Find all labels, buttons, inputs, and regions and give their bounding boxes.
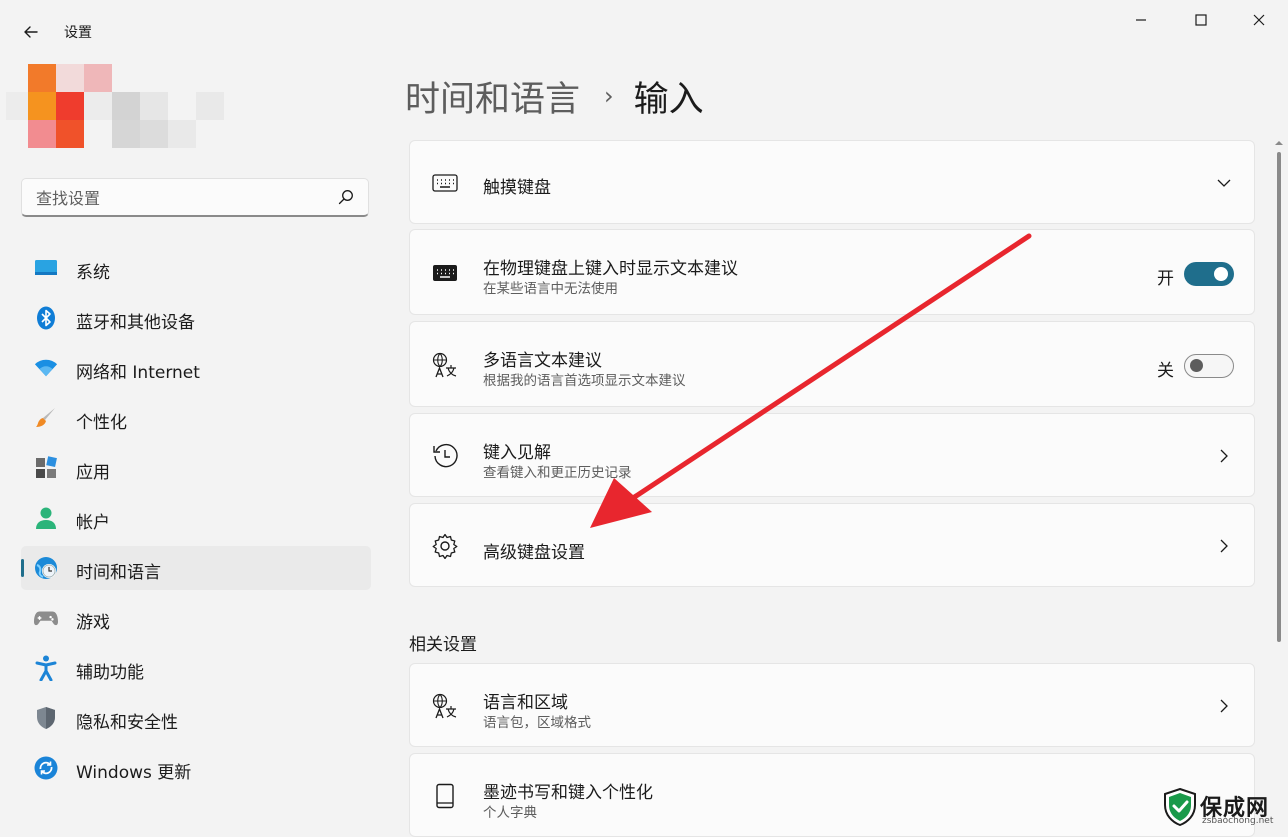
card-title: 多语言文本建议	[483, 351, 602, 371]
time-language-icon	[34, 556, 58, 580]
sidebar-item-label: 应用	[76, 463, 110, 483]
back-arrow-icon	[24, 26, 38, 38]
breadcrumb-separator: ›	[604, 82, 614, 110]
sidebar-item-label: Windows 更新	[76, 763, 192, 783]
pen-ink-typing-card[interactable]: 墨迹书写和键入个性化 个人字典	[409, 753, 1255, 837]
card-subtitle: 查看键入和更正历史记录	[483, 465, 632, 481]
breadcrumb-parent[interactable]: 时间和语言	[405, 71, 580, 122]
keyboard-icon	[432, 260, 458, 286]
wifi-icon	[34, 356, 58, 380]
scrollbar[interactable]	[1274, 138, 1284, 828]
language-icon	[432, 352, 458, 378]
shield-icon	[34, 706, 58, 730]
sidebar-item-gaming[interactable]: 游戏	[21, 596, 371, 640]
toggle-knob	[1214, 267, 1228, 281]
shield-logo-icon	[1164, 788, 1196, 826]
apps-icon	[34, 456, 58, 480]
card-subtitle: 个人字典	[483, 805, 537, 821]
sidebar-item-label: 蓝牙和其他设备	[76, 313, 195, 333]
card-subtitle: 语言包，区域格式	[483, 715, 591, 731]
close-button[interactable]	[1236, 4, 1282, 36]
maximize-button[interactable]	[1178, 4, 1224, 36]
multilingual-suggestions-card: 多语言文本建议 根据我的语言首选项显示文本建议 关	[409, 321, 1255, 407]
typing-insights-card[interactable]: 键入见解 查看键入和更正历史记录	[409, 413, 1255, 497]
update-icon	[34, 756, 58, 780]
watermark: 保成网 zsbaochong.net	[1160, 788, 1284, 828]
sidebar-item-system[interactable]: 系统	[21, 246, 371, 290]
bluetooth-icon	[34, 306, 58, 330]
back-button[interactable]	[14, 18, 48, 46]
text-suggestions-card: 在物理键盘上键入时显示文本建议 在某些语言中无法使用 开	[409, 229, 1255, 315]
sidebar-item-label: 网络和 Internet	[76, 363, 200, 383]
toggle-state-label: 关	[1157, 361, 1174, 381]
language-region-card[interactable]: 语言和区域 语言包，区域格式	[409, 663, 1255, 747]
gamepad-icon	[34, 606, 58, 630]
search-box[interactable]	[21, 178, 369, 217]
sidebar-item-windows-update[interactable]: Windows 更新	[21, 746, 371, 790]
card-title: 触摸键盘	[483, 178, 551, 198]
card-subtitle: 根据我的语言首选项显示文本建议	[483, 373, 686, 389]
sidebar-item-label: 帐户	[76, 513, 110, 533]
card-title: 高级键盘设置	[483, 543, 585, 563]
sidebar-item-label: 系统	[76, 263, 110, 283]
search-input[interactable]	[34, 186, 338, 210]
sidebar-item-bluetooth[interactable]: 蓝牙和其他设备	[21, 296, 371, 340]
sidebar-item-accessibility[interactable]: 辅助功能	[21, 646, 371, 690]
advanced-keyboard-settings-card[interactable]: 高级键盘设置	[409, 503, 1255, 587]
sidebar-item-network[interactable]: 网络和 Internet	[21, 346, 371, 390]
maximize-icon	[1195, 14, 1207, 26]
sidebar-item-label: 时间和语言	[76, 563, 161, 583]
app-title: 设置	[64, 25, 92, 41]
title-bar: 设置	[0, 0, 1288, 56]
chevron-right-icon	[1216, 448, 1232, 464]
sidebar-item-label: 个性化	[76, 413, 127, 433]
toggle-state-label: 开	[1157, 269, 1174, 289]
related-settings-heading: 相关设置	[409, 635, 477, 655]
user-avatar[interactable]	[6, 64, 226, 150]
sidebar-item-personalization[interactable]: 个性化	[21, 396, 371, 440]
sidebar-item-label: 辅助功能	[76, 663, 144, 683]
chevron-right-icon	[1216, 538, 1232, 554]
card-title: 在物理键盘上键入时显示文本建议	[483, 259, 738, 279]
close-icon	[1253, 14, 1265, 26]
toggle-knob	[1190, 359, 1203, 372]
minimize-button[interactable]	[1118, 4, 1164, 36]
sidebar-item-label: 游戏	[76, 613, 110, 633]
sidebar-item-accounts[interactable]: 帐户	[21, 496, 371, 540]
sidebar-nav: 系统 蓝牙和其他设备 网络和 Internet 个性化 应用 帐户 时间和语言 …	[21, 246, 371, 796]
account-icon	[34, 506, 58, 530]
scroll-up-arrow-icon[interactable]	[1274, 138, 1284, 148]
chevron-right-icon	[1216, 698, 1232, 714]
system-icon	[34, 256, 58, 280]
page-title: 输入	[633, 79, 704, 120]
breadcrumb: 时间和语言 › 输入	[405, 72, 704, 120]
card-title: 墨迹书写和键入个性化	[483, 783, 653, 803]
card-subtitle: 在某些语言中无法使用	[483, 281, 618, 297]
sidebar-item-label: 隐私和安全性	[76, 713, 178, 733]
card-title: 键入见解	[483, 443, 551, 463]
text-suggestions-toggle[interactable]	[1184, 262, 1234, 286]
multilingual-suggestions-toggle[interactable]	[1184, 354, 1234, 378]
accessibility-icon	[34, 655, 58, 681]
sidebar-item-privacy[interactable]: 隐私和安全性	[21, 696, 371, 740]
sidebar-item-time-language[interactable]: 时间和语言	[21, 546, 371, 590]
sidebar-item-apps[interactable]: 应用	[21, 446, 371, 490]
history-icon	[432, 443, 458, 469]
brush-icon	[34, 406, 58, 430]
gear-icon	[432, 533, 458, 559]
keyboard-icon	[432, 170, 458, 196]
notebook-icon	[432, 783, 458, 809]
scroll-thumb[interactable]	[1277, 152, 1281, 642]
chevron-down-icon[interactable]	[1216, 175, 1232, 191]
language-icon	[432, 693, 458, 719]
watermark-url: zsbaochong.net	[1202, 816, 1274, 826]
touch-keyboard-card[interactable]: 触摸键盘	[409, 140, 1255, 224]
minimize-icon	[1136, 19, 1146, 21]
search-icon[interactable]	[338, 189, 354, 205]
card-title: 语言和区域	[483, 693, 568, 713]
